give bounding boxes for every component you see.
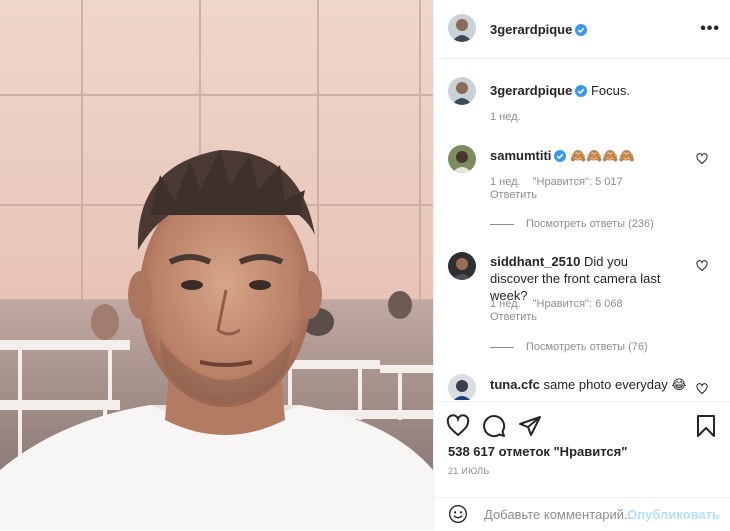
comment-text: 🙈🙈🙈🙈 (570, 148, 635, 163)
post-side-panel: 3gerardpique ••• 3gerardpique Focus. 1 н… (433, 0, 730, 530)
verified-icon (575, 85, 588, 97)
header-author: 3gerardpique (490, 21, 588, 39)
caption-username[interactable]: 3gerardpique (490, 83, 572, 98)
divider-line (490, 223, 514, 225)
comment-avatar[interactable] (448, 374, 476, 400)
comment-avatar[interactable] (448, 145, 476, 173)
comments-list[interactable]: 3gerardpique Focus. 1 нед. samumtiti 🙈🙈🙈… (434, 59, 730, 400)
view-replies-label: Посмотреть ответы (236) (526, 218, 654, 230)
post-photo[interactable] (0, 0, 433, 530)
like-heart-icon[interactable] (446, 414, 470, 438)
author-username[interactable]: 3gerardpique (490, 22, 572, 37)
likes-count[interactable]: 538 617 отметок "Нравится" (448, 444, 627, 459)
comment-username[interactable]: samumtiti (490, 148, 551, 163)
comment-like-heart-icon[interactable] (696, 260, 708, 272)
post-date[interactable]: 21 ИЮЛЬ (448, 466, 490, 476)
comment-text-row: samumtiti 🙈🙈🙈🙈 (490, 147, 635, 164)
comment-text: same photo everyday 😂 (543, 377, 687, 392)
publish-comment-button[interactable]: Опубликовать (627, 507, 720, 522)
comment-likes[interactable]: "Нравится": 6 068 (533, 298, 623, 310)
author-avatar[interactable] (448, 14, 476, 42)
comment-meta: 1 нед. "Нравится": 5 017 (490, 176, 635, 188)
post-header: 3gerardpique ••• (434, 0, 730, 59)
comment-username[interactable]: siddhant_2510 (490, 254, 580, 269)
view-replies-button[interactable]: Посмотреть ответы (236) (490, 218, 654, 230)
comment-time: 1 нед. (490, 176, 521, 188)
caption-avatar[interactable] (448, 77, 476, 105)
comment-meta: 1 нед. "Нравится": 6 068 (490, 298, 635, 310)
comment-time: 1 нед. (490, 298, 521, 310)
more-options-icon[interactable]: ••• (700, 20, 720, 38)
comment-like-heart-icon[interactable] (696, 153, 708, 165)
verified-icon (575, 24, 588, 36)
instagram-post: 3gerardpique ••• 3gerardpique Focus. 1 н… (0, 0, 730, 530)
bookmark-icon[interactable] (694, 414, 718, 438)
emoji-icon[interactable] (448, 504, 468, 524)
comment-username[interactable]: tuna.cfc (490, 377, 540, 392)
reply-button[interactable]: Ответить (490, 189, 537, 201)
comment-icon[interactable] (482, 414, 506, 438)
caption-text-row: 3gerardpique Focus. (490, 82, 630, 99)
comment-text-row: siddhant_2510 Did you discover the front… (490, 253, 668, 304)
comment-text-row: tuna.cfc same photo everyday 😂 (490, 376, 687, 393)
verified-icon (554, 150, 567, 162)
caption-text: Focus. (590, 83, 630, 98)
view-replies-label: Посмотреть ответы (76) (526, 341, 648, 353)
add-comment-bar: Опубликовать (434, 497, 730, 531)
view-replies-button[interactable]: Посмотреть ответы (76) (490, 341, 648, 353)
comment-input[interactable] (482, 506, 636, 523)
comment-like-heart-icon[interactable] (696, 383, 708, 395)
comment-likes[interactable]: "Нравится": 5 017 (533, 176, 623, 188)
selfie-image (0, 0, 433, 530)
caption-time: 1 нед. (490, 111, 521, 123)
divider-line (490, 346, 514, 348)
reply-button[interactable]: Ответить (490, 311, 537, 323)
comment-avatar[interactable] (448, 252, 476, 280)
share-icon[interactable] (518, 414, 542, 438)
